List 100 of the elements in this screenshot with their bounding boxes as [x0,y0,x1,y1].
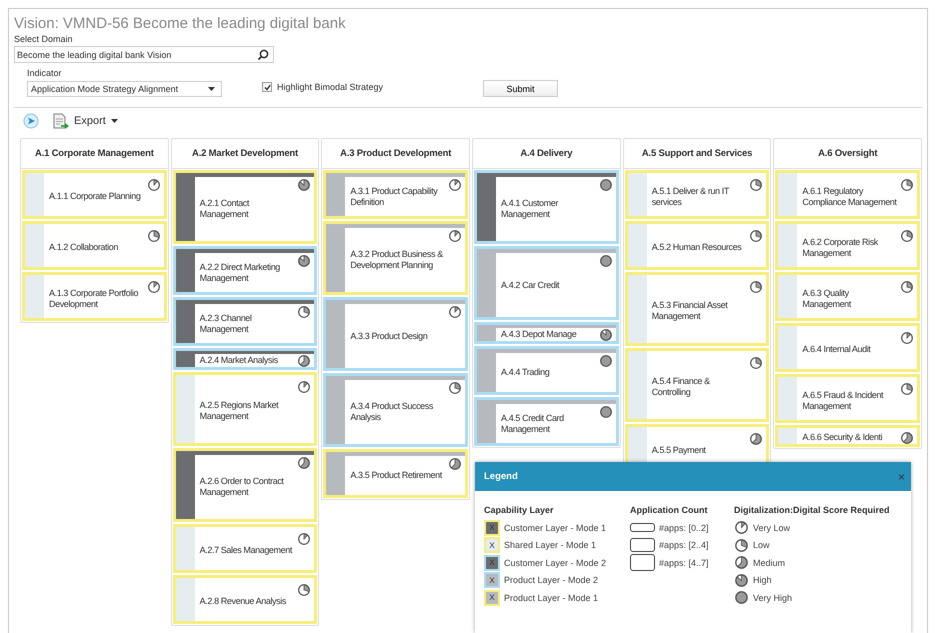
capability-card[interactable]: A.2.5 Regions Market Management [172,372,318,446]
legend-label: Very Low [753,522,790,533]
capability-card[interactable]: A.4.5 Credit Card Management [474,397,619,446]
capability-label: A.5.5 Payment [652,445,706,456]
capability-label: A.2.2 Direct Marketing Management [200,262,281,284]
capability-card[interactable]: A.6.3 Quality Management [775,272,920,321]
capability-label: A.3.3 Product Design [350,330,428,342]
capability-label: A.5.3 Financial Asset Management [652,300,729,322]
checkbox[interactable] [262,82,272,92]
capability-card[interactable]: A.1.3 Corporate Portfolio Development [22,272,167,321]
capability-card[interactable]: A.3.5 Product Retirement [323,449,468,498]
capability-label: A.3.2 Product Business & Development Planning [350,249,444,271]
document-export-icon [53,112,69,130]
capability-card[interactable]: A.5.2 Human Resources [624,221,770,270]
layer-swatch: X [484,537,500,554]
page-title: Vision: VMND-56 Become the leading digital bank [14,15,347,33]
capability-label: A.4.3 Depot Manage [501,329,576,340]
legend-label: #apps: [2..4] [659,540,709,550]
capability-label: A.2.4 Market Analysis [200,355,278,366]
capability-label: A.2.8 Revenue Analysis [200,596,286,607]
legend-label: Customer Layer - Mode 2 [504,558,606,568]
legend-section-title: Digitalization:Digital Score Required [734,505,890,515]
capability-card[interactable]: A.1.2 Collaboration [22,221,167,270]
capability-card[interactable]: A.5.3 Financial Asset Management [624,272,770,346]
legend-label: Low [753,540,770,550]
capability-label: A.2.3 Channel Management [200,312,253,334]
capability-card[interactable]: A.5.4 Finance & Controlling [624,348,770,422]
column-header: A.6 Oversight [774,139,922,169]
capability-card[interactable]: A.3.1 Product Capability Definition [323,170,468,219]
capability-card[interactable]: A.6.1 Regulatory Compliance Management [775,170,920,219]
caret-icon [208,87,215,91]
capability-card[interactable]: A.6.4 Internal Audit [775,323,920,372]
capability-card[interactable]: A.5.1 Deliver & run IT services [624,170,770,219]
checkbox-label: Highlight Bimodal Strategy [277,82,384,92]
capability-label: A.2.6 Order to Contract Management [200,476,285,498]
capability-card[interactable]: A.3.3 Product Design [323,297,468,371]
capability-card[interactable]: A.2.8 Revenue Analysis [172,575,318,624]
capability-label: A.5.1 Deliver & run IT services [652,186,730,208]
capability-card[interactable]: A.2.3 Channel Management [172,297,318,346]
column-header: A.4 Delivery [473,139,620,169]
indicator-label: Indicator [27,67,63,79]
capability-card[interactable]: A.2.7 Sales Management [172,524,318,573]
legend-label: High [753,575,772,586]
capability-label: A.1.3 Corporate Portfolio Development [49,288,140,310]
legend-label: Very High [753,592,792,603]
legend-label: Product Layer - Mode 1 [504,592,598,603]
caret-icon [110,119,118,123]
capability-label: A.6.2 Corporate Risk Management [802,236,880,258]
capability-label: A.5.4 Finance & Controlling [652,376,711,398]
capability-label: A.2.1 Contact Management [200,198,250,220]
capability-label: A.3.4 Product Success Analysis [350,401,434,423]
legend-label: Shared Layer - Mode 1 [504,540,596,550]
capability-label: A.1.2 Collaboration [49,242,118,253]
capability-card[interactable]: A.6.2 Corporate Risk Management [775,221,920,270]
capability-label: A.1.1 Corporate Planning [49,191,140,202]
capability-card[interactable]: A.4.1 Customer Management [474,170,619,244]
legend-label: Customer Layer - Mode 1 [504,522,606,533]
capability-label: A.4.4 Trading [501,367,550,378]
column-header: A.1 Corporate Management [21,139,168,169]
column-header: A.3 Product Development [322,139,470,169]
capability-label: A.2.7 Sales Management [200,545,292,556]
capability-card[interactable]: A.4.3 Depot Manage [474,322,619,344]
play-circle-icon[interactable] [23,113,39,129]
legend-label: #apps: [4..7] [659,558,709,568]
layer-swatch: X [484,520,500,536]
legend-title: Legend [484,471,518,482]
capability-card[interactable]: A.2.2 Direct Marketing Management [172,246,318,295]
legend-section-title: Capability Layer [484,505,555,515]
capability-label: A.4.1 Customer Management [501,198,560,220]
capability-label: A.4.5 Credit Card Management [501,412,565,434]
legend-label: Product Layer - Mode 2 [504,575,598,586]
capability-label: A.3.5 Product Retirement [350,470,442,481]
export-button[interactable]: Export [53,112,118,130]
capability-card[interactable]: A.2.1 Contact Management [172,170,318,244]
domain-search-field[interactable]: Become the leading digital bank Vision [14,46,274,63]
capability-label: A.3.1 Product Capability Definition [350,186,439,208]
capability-label: A.5.2 Human Resources [652,242,742,253]
capability-card[interactable]: A.1.1 Corporate Planning [22,170,167,219]
layer-swatch: X [484,572,500,588]
capability-card[interactable]: A.3.2 Product Business & Development Planning [323,221,468,295]
column-header: A.2 Market Development [172,139,318,169]
domain-label: Select Domain [14,33,74,45]
capability-card[interactable]: A.4.2 Car Credit [474,246,619,320]
search-icon[interactable] [257,48,269,60]
capability-card[interactable]: A.2.6 Order to Contract Management [172,448,318,522]
legend-section-title: Application Count [630,505,708,515]
capability-card[interactable]: A.6.5 Fraud & Incident Management [775,374,920,423]
legend-label: #apps: [0..2] [659,522,709,533]
legend-label: Medium [753,558,786,568]
capability-card[interactable]: A.4.4 Trading [474,346,619,395]
submit-button[interactable]: Submit [483,80,558,97]
layer-swatch: X [484,554,500,571]
capability-card[interactable]: A.2.4 Market Analysis [172,348,318,370]
capability-label: A.6.5 Fraud & Incident Management [802,390,884,412]
capability-label: A.2.5 Regions Market Management [200,400,280,422]
capability-card[interactable]: A.3.4 Product Success Analysis [323,373,468,447]
capability-label: A.6.4 Internal Audit [802,344,870,355]
capability-card[interactable]: A.6.6 Security & Identi [775,425,920,447]
capability-label: A.6.3 Quality Management [802,288,852,310]
indicator-dropdown[interactable]: Application Mode Strategy Alignment [27,81,222,97]
